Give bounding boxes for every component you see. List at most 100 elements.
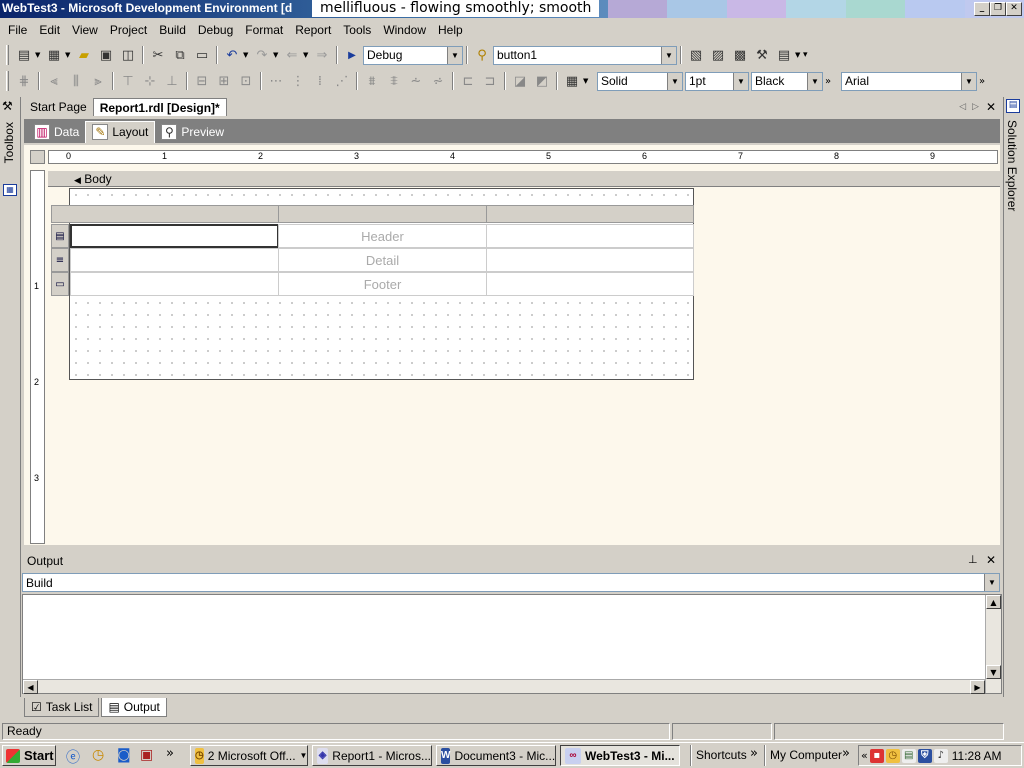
tab-scroll-right-icon[interactable]: ▷ (969, 102, 982, 112)
task-document3[interactable]: W Document3 - Mic... (436, 745, 556, 766)
toolbar-grip[interactable] (6, 71, 9, 91)
bring-to-front-icon[interactable]: ◪ (509, 70, 531, 92)
center-horizontally-icon[interactable]: ⊏ (457, 70, 479, 92)
line-color-select[interactable]: Black ▼ (751, 71, 823, 91)
printer-icon[interactable]: ▤ (901, 748, 916, 763)
scroll-right-icon[interactable]: ▶ (970, 680, 985, 694)
my-computer-toolbar[interactable]: My Computer (770, 748, 842, 762)
tab-preview[interactable]: ⚲ Preview (155, 121, 230, 143)
chevron-down-icon[interactable]: ▼ (273, 51, 281, 59)
vertical-spacing-equal-icon[interactable]: ⩩ (361, 70, 383, 92)
detail-row-handle[interactable]: ≡ (51, 248, 69, 272)
chevron-down-icon[interactable]: ▼ (243, 51, 251, 59)
solution-explorer-icon[interactable]: ▧ (685, 44, 707, 66)
line-width-select[interactable]: 1pt ▼ (685, 71, 749, 91)
start-button[interactable]: Start (2, 745, 56, 766)
body-section-bar[interactable] (48, 171, 1000, 187)
horizontal-scrollbar[interactable]: ◀ ▶ (23, 679, 985, 694)
toolbox-tools-icon[interactable]: ⚒ (2, 99, 13, 113)
close-button[interactable]: ✕ (1006, 2, 1022, 16)
header-row-handle[interactable]: ▤ (51, 224, 69, 248)
toolbox-tab[interactable]: Toolbox (2, 122, 16, 163)
tab-start-page[interactable]: Start Page (24, 98, 93, 116)
chevron-down-icon[interactable]: ▼ (35, 51, 43, 59)
start-debug-icon[interactable]: ▶ (341, 44, 363, 66)
security-shield-icon[interactable]: ⛨ (917, 748, 932, 763)
find-combo[interactable]: button1 ▼ (493, 45, 677, 65)
outlook-icon[interactable]: ◷ (92, 747, 104, 763)
output-title-bar[interactable] (22, 552, 1002, 570)
vertical-spacing-increase-icon[interactable]: ⩨ (383, 70, 405, 92)
menu-report[interactable]: Report (289, 20, 337, 40)
solution-explorer-tab[interactable]: Solution Explorer (1005, 120, 1019, 211)
table-cell[interactable] (70, 248, 279, 272)
properties-icon[interactable]: ▨ (707, 44, 729, 66)
chevron-down-icon[interactable]: ▼ (795, 51, 803, 59)
tab-task-list[interactable]: ☑ Task List (24, 698, 100, 717)
align-bottoms-icon[interactable]: ⊥ (161, 70, 183, 92)
toolbar-overflow-icon[interactable]: ▾ (803, 50, 813, 60)
table-cell[interactable] (486, 224, 694, 248)
align-to-grid-icon[interactable]: ⋕ (13, 70, 35, 92)
scroll-left-icon[interactable]: ◀ (23, 680, 38, 694)
chevron-down-icon[interactable]: ▼ (667, 72, 682, 90)
add-item-icon[interactable]: ▦ (43, 44, 65, 66)
ie-icon[interactable]: ⓔ (66, 747, 80, 767)
find-icon[interactable]: ⚲ (471, 44, 493, 66)
redo-icon[interactable]: ↷ (251, 44, 273, 66)
my-computer-overflow-icon[interactable]: » (842, 746, 850, 761)
tab-output[interactable]: ▤ Output (101, 698, 167, 717)
toolbar-overflow-icon[interactable]: » (825, 76, 839, 87)
menu-project[interactable]: Project (104, 20, 153, 40)
menu-edit[interactable]: Edit (33, 20, 66, 40)
network-icon[interactable]: ▪ (869, 748, 884, 763)
align-rights-icon[interactable]: ⫸ (87, 70, 109, 92)
chevron-down-icon[interactable]: ▼ (984, 574, 999, 591)
volume-icon[interactable]: ♪ (933, 748, 948, 763)
table-cell[interactable] (486, 248, 694, 272)
tools-icon[interactable]: ⚒ (751, 44, 773, 66)
table-cell[interactable] (70, 272, 279, 296)
paste-icon[interactable]: ▭ (191, 44, 213, 66)
undo-icon[interactable]: ↶ (221, 44, 243, 66)
chevron-down-icon[interactable]: ▼ (733, 72, 748, 90)
align-centers-icon[interactable]: ⫼ (65, 70, 87, 92)
menu-view[interactable]: View (66, 20, 104, 40)
menu-build[interactable]: Build (153, 20, 192, 40)
pin-icon[interactable]: ⊥ (968, 553, 978, 566)
tray-collapse-icon[interactable]: « (861, 749, 868, 762)
chevron-down-icon[interactable]: ▼ (303, 51, 311, 59)
navigate-forward-icon[interactable]: ⇒ (311, 44, 333, 66)
table-detail-cell[interactable]: Detail (278, 248, 487, 272)
borders-icon[interactable]: ▦ (561, 70, 583, 92)
horizontal-spacing-remove-icon[interactable]: ⋰ (331, 70, 353, 92)
solution-explorer-icon[interactable]: ▤ (1006, 99, 1020, 113)
close-document-icon[interactable]: ✕ (982, 100, 1000, 114)
tab-layout[interactable]: ✎ Layout (85, 120, 156, 143)
make-same-size-icon[interactable]: ⊡ (235, 70, 257, 92)
scroll-down-icon[interactable]: ▼ (986, 665, 1001, 679)
chevron-down-icon[interactable]: ▼ (661, 46, 676, 64)
navigate-back-icon[interactable]: ⇐ (281, 44, 303, 66)
make-same-height-icon[interactable]: ⊞ (213, 70, 235, 92)
media-icon[interactable]: ▣ (140, 747, 153, 763)
scroll-up-icon[interactable]: ▲ (986, 595, 1001, 609)
horizontal-spacing-decrease-icon[interactable]: ⁞ (309, 70, 331, 92)
cut-icon[interactable]: ✂ (147, 44, 169, 66)
align-middles-icon[interactable]: ⊹ (139, 70, 161, 92)
menu-help[interactable]: Help (432, 20, 469, 40)
menu-tools[interactable]: Tools (337, 20, 377, 40)
chevron-down-icon[interactable]: ▼ (807, 72, 822, 90)
chevron-down-icon[interactable]: ▼ (583, 77, 591, 85)
chevron-down-icon[interactable]: ▼ (961, 72, 976, 90)
close-output-icon[interactable]: ✕ (986, 553, 996, 567)
new-project-icon[interactable]: ▤ (13, 44, 35, 66)
shortcuts-overflow-icon[interactable]: » (750, 746, 758, 761)
task-webtest3[interactable]: ∞ WebTest3 - Mi... (560, 745, 680, 766)
desktop-icon[interactable]: ◙ (117, 747, 131, 763)
chevron-down-icon[interactable]: ▼ (65, 51, 73, 59)
restore-button[interactable]: ❐ (990, 2, 1006, 16)
send-to-back-icon[interactable]: ◩ (531, 70, 553, 92)
other-windows-icon[interactable]: ▤ (773, 44, 795, 66)
task-microsoft-office[interactable]: ◷ 2 Microsoft Off... ▼ (190, 745, 308, 766)
